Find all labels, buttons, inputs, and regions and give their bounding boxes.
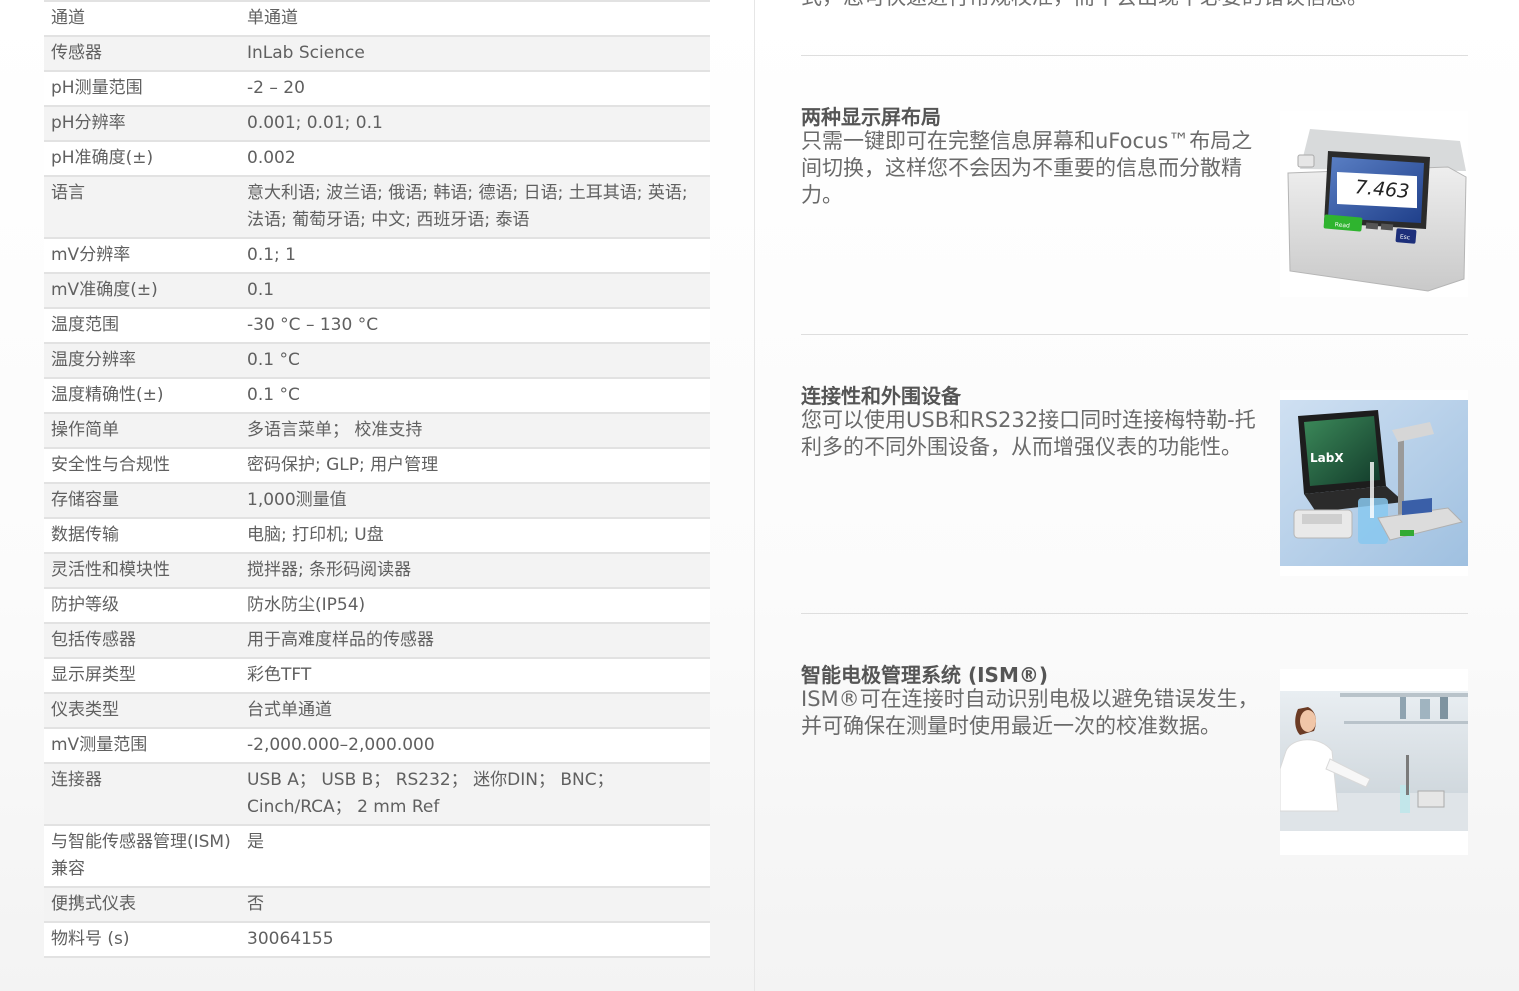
spec-row: mV准确度(±) 0.1: [44, 273, 710, 308]
specifications-panel: 通道 单通道传感器 InLab Science pH测量范围 -2 – 20 pH分辨率 0…: [44, 0, 710, 958]
spec-value: 否: [247, 894, 264, 914]
spec-row: 操作简单 多语言菜单； 校准支持: [44, 413, 710, 448]
spec-value: 防水防尘(IP54): [247, 595, 366, 615]
spec-label: 安全性与合规性: [51, 455, 170, 475]
intro-text: 式，您可快速进行常规校准，而不会出现不必要的错误信息。: [801, 0, 1441, 11]
column-divider: [754, 0, 755, 991]
spec-value: -2,000.000–2,000.000: [247, 735, 435, 755]
spec-value: 搅拌器; 条形码阅读器: [247, 560, 412, 580]
spec-row: 物料号 (s) 30064155: [44, 922, 710, 957]
spec-label: 显示屏类型: [51, 665, 136, 685]
spec-value: -2 – 20: [247, 78, 305, 98]
spec-value: 彩色TFT: [247, 665, 312, 685]
spec-label: mV准确度(±): [51, 280, 158, 300]
feature-description: 只需一键即可在完整信息屏幕和uFocus™布局之间切换，这样您不会因为不重要的信…: [801, 129, 1253, 207]
labx-logo-text: LabX: [1310, 451, 1344, 465]
spec-label: 防护等级: [51, 595, 119, 615]
spec-row: 传感器 InLab Science: [44, 36, 710, 71]
spec-label: 传感器: [51, 43, 102, 63]
spec-value: 0.1: [247, 280, 275, 300]
spec-label: 连接器: [51, 770, 102, 790]
spec-label: mV测量范围: [51, 735, 148, 755]
spec-row: pH准确度(±) 0.002: [44, 141, 710, 176]
spec-value: 0.001; 0.01; 0.1: [247, 113, 383, 133]
feature-title: 两种显示屏布局: [801, 105, 941, 129]
spec-value: USB A； USB B； RS232； 迷你DIN； BNC； Cinch/R…: [247, 770, 614, 817]
feature-description: ISM®可在连接时自动识别电极以避免错误发生，并可确保在测量时使用最近一次的校准…: [801, 687, 1259, 738]
spec-label: 通道: [51, 8, 85, 28]
spec-row: mV分辨率 0.1; 1: [44, 238, 710, 273]
spec-label: 操作简单: [51, 420, 119, 440]
spec-value: 30064155: [247, 929, 334, 949]
ph-meter-image: 7.463 Read Esc: [1280, 111, 1468, 297]
spec-row: 与智能传感器管理(ISM)兼容是: [44, 825, 710, 887]
spec-row: 温度范围 -30 °C – 130 °C: [44, 308, 710, 343]
esc-button-label: Esc: [1400, 233, 1411, 241]
spec-row: 仪表类型 台式单通道: [44, 693, 710, 728]
spec-label: 便携式仪表: [51, 894, 136, 914]
spec-value: 单通道: [247, 8, 298, 28]
spec-label: 语言: [51, 183, 85, 203]
spec-row: 便携式仪表 否: [44, 887, 710, 922]
spec-row: 连接器 USB A； USB B； RS232； 迷你DIN； BNC； Cinc…: [44, 763, 710, 825]
spec-label: 温度分辨率: [51, 350, 136, 370]
spec-label: 灵活性和模块性: [51, 560, 170, 580]
spec-row: 安全性与合规性 密码保护; GLP; 用户管理: [44, 448, 710, 483]
spec-label: pH测量范围: [51, 78, 143, 98]
spec-value: 意大利语; 波兰语; 俄语; 韩语; 德语; 日语; 土耳其语; 英语; 法语;…: [247, 183, 688, 230]
spec-row: mV测量范围 -2,000.000–2,000.000: [44, 728, 710, 763]
spec-label: pH分辨率: [51, 113, 126, 133]
spec-value: 0.1 °C: [247, 385, 300, 405]
spec-row: 温度精确性(±) 0.1 °C: [44, 378, 710, 413]
spec-label: 数据传输: [51, 525, 119, 545]
spec-value: 台式单通道: [247, 700, 332, 720]
spec-value: 0.002: [247, 148, 296, 168]
feature-title: 连接性和外围设备: [801, 384, 961, 408]
spec-row: pH分辨率 0.001; 0.01; 0.1: [44, 106, 710, 141]
spec-row: 数据传输 电脑; 打印机; U盘: [44, 518, 710, 553]
spec-row: 显示屏类型 彩色TFT: [44, 658, 710, 693]
spec-value: 0.1; 1: [247, 245, 296, 265]
feature-title: 智能电极管理系统 (ISM®): [801, 663, 1048, 687]
separator: [801, 334, 1468, 335]
separator: [801, 55, 1468, 56]
spec-label: 物料号 (s): [51, 929, 130, 949]
spec-value: -30 °C – 130 °C: [247, 315, 379, 335]
spec-row: 包括传感器 用于高难度样品的传感器: [44, 623, 710, 658]
lab-scientist-image: [1279, 669, 1468, 855]
spec-row: 存储容量 1,000测量值: [44, 483, 710, 518]
spec-label: 仪表类型: [51, 700, 119, 720]
spec-label: 温度精确性(±): [51, 385, 164, 405]
spec-row: 灵活性和模块性 搅拌器; 条形码阅读器: [44, 553, 710, 588]
spec-value: 密码保护; GLP; 用户管理: [247, 455, 439, 475]
spec-label: 温度范围: [51, 315, 119, 335]
spec-label: 包括传感器: [51, 630, 136, 650]
spec-row: pH测量范围 -2 – 20: [44, 71, 710, 106]
spec-row: 语言 意大利语; 波兰语; 俄语; 韩语; 德语; 日语; 土耳其语; 英语; 法…: [44, 176, 710, 238]
spec-value: 0.1 °C: [247, 350, 300, 370]
spec-value: 是: [247, 832, 264, 852]
specifications-table: 通道 单通道传感器 InLab Science pH测量范围 -2 – 20 pH分辨率 0…: [44, 0, 710, 958]
spec-row: 温度分辨率 0.1 °C: [44, 343, 710, 378]
separator: [801, 613, 1468, 614]
feature-description: 您可以使用USB和RS232接口同时连接梅特勒-托利多的不同外围设备，从而增强仪…: [801, 408, 1256, 459]
features-panel: 式，您可快速进行常规校准，而不会出现不必要的错误信息。 两种显示屏布局 只需一键…: [801, 0, 1468, 991]
spec-label: 与智能传感器管理(ISM)兼容: [51, 832, 231, 879]
spec-row: 防护等级 防水防尘(IP54): [44, 588, 710, 623]
spec-value: 电脑; 打印机; U盘: [247, 525, 384, 545]
spec-value: 用于高难度样品的传感器: [247, 630, 434, 650]
spec-label: mV分辨率: [51, 245, 131, 265]
spec-label: 存储容量: [51, 490, 119, 510]
spec-value: 1,000测量值: [247, 490, 347, 510]
spec-value: InLab Science: [247, 43, 365, 63]
spec-row: 通道 单通道: [44, 1, 710, 36]
spec-label: pH准确度(±): [51, 148, 154, 168]
read-button-label: Read: [1335, 221, 1351, 229]
peripherals-image: LabX: [1280, 390, 1468, 576]
spec-value: 多语言菜单； 校准支持: [247, 420, 423, 440]
